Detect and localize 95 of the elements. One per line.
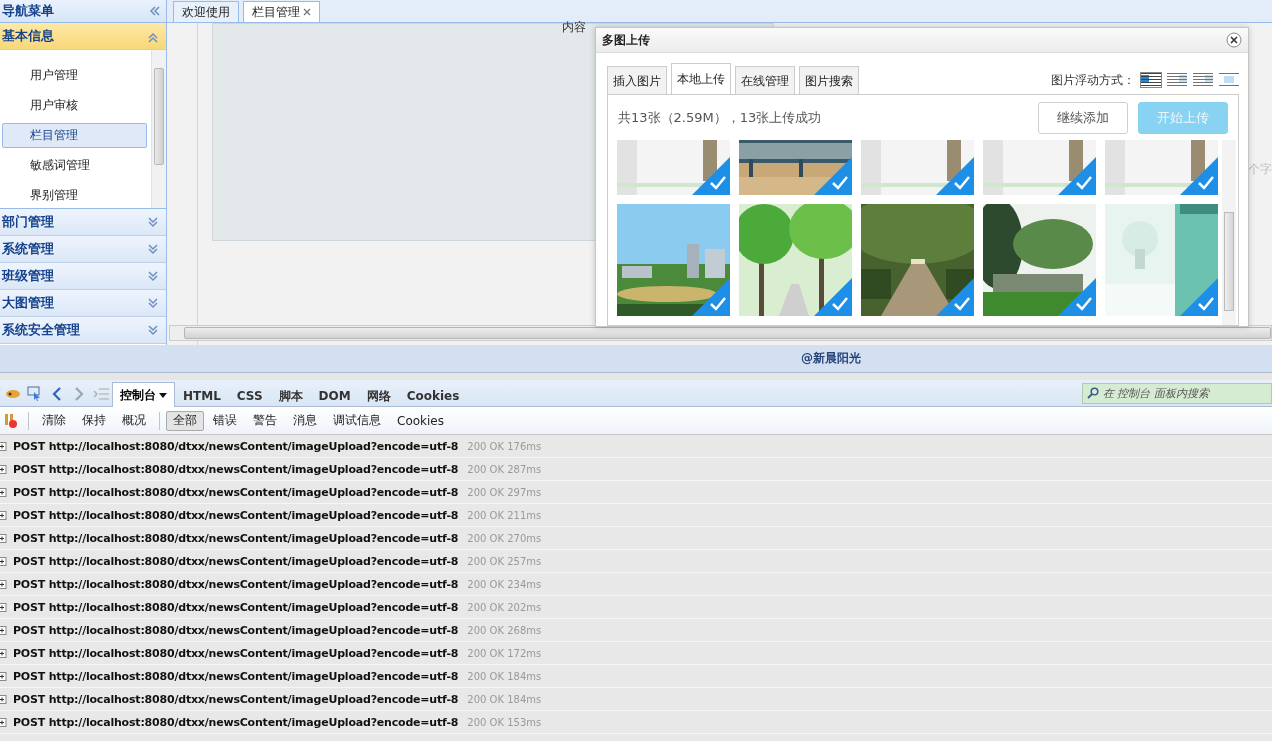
request-url: POST http://localhost:8080/dtxx/newsContent/imageUpload?encode=utf-8 (13, 692, 459, 706)
request-status: 200 OK 234ms (467, 578, 542, 590)
expand-icon[interactable] (0, 671, 7, 681)
chevrons-down-icon[interactable] (146, 242, 160, 256)
filter-button[interactable]: 错误 (206, 410, 244, 431)
request-status: 200 OK 287ms (467, 463, 542, 475)
filter-button[interactable]: 消息 (286, 410, 324, 431)
expand-icon[interactable] (0, 533, 7, 543)
menu-section-header[interactable]: 班级管理 (0, 263, 166, 290)
tab[interactable]: 脚本 (270, 384, 311, 407)
toolbar-button[interactable]: 保持 (75, 410, 113, 431)
image-float-icon[interactable] (1141, 73, 1161, 87)
caret-icon[interactable] (159, 392, 167, 398)
image-float-icon[interactable] (1219, 73, 1239, 87)
expand-icon[interactable] (0, 556, 7, 566)
chevrons-down-icon[interactable] (146, 296, 160, 310)
menu-section-header[interactable]: 大图管理 (0, 290, 166, 317)
filter-button[interactable]: 调试信息 (326, 410, 388, 431)
tab[interactable]: 栏目管理 (243, 1, 320, 22)
expand-icon[interactable] (0, 441, 7, 451)
menu-section-header[interactable]: 系统安全管理 (0, 317, 166, 344)
search-field[interactable]: 在 控制台 面板内搜索 (1082, 382, 1272, 404)
request-status: 200 OK 202ms (467, 601, 542, 613)
menu-item[interactable]: 界别管理 (2, 182, 147, 208)
tab[interactable]: 本地上传 (671, 63, 731, 95)
request-url: POST http://localhost:8080/dtxx/newsContent/imageUpload?encode=utf-8 (13, 508, 459, 522)
expand-icon[interactable] (0, 648, 7, 658)
field-label: 内容 (562, 19, 586, 36)
close-icon[interactable] (1226, 32, 1242, 48)
chevrons-down-icon[interactable] (146, 323, 160, 337)
menu-section-header[interactable]: 基本信息 (0, 23, 166, 50)
tab[interactable]: HTML (175, 384, 229, 407)
expand-icon[interactable] (0, 487, 7, 497)
expand-icon[interactable] (0, 694, 7, 704)
expand-icon[interactable] (0, 625, 7, 635)
request-url: POST http://localhost:8080/dtxx/newsContent/imageUpload?encode=utf-8 (13, 600, 459, 614)
request-status: 200 OK 176ms (467, 440, 542, 452)
request-url: POST http://localhost:8080/dtxx/newsContent/imageUpload?encode=utf-8 (13, 669, 459, 683)
request-url: POST http://localhost:8080/dtxx/newsContent/imageUpload?encode=utf-8 (13, 485, 459, 499)
request-status: 200 OK 297ms (467, 486, 542, 498)
filter-button[interactable]: 警告 (246, 410, 284, 431)
request-url: POST http://localhost:8080/dtxx/newsContent/imageUpload?encode=utf-8 (13, 623, 459, 637)
request-status: 200 OK 184ms (467, 670, 542, 682)
scrollbar[interactable] (151, 50, 166, 208)
menu-section-header[interactable]: 系统管理 (0, 236, 166, 263)
footer-text: @新晨阳光 (801, 350, 861, 367)
tab[interactable]: 控制台 (112, 382, 175, 407)
request-status: 200 OK 268ms (467, 624, 542, 636)
expand-icon[interactable] (0, 464, 7, 474)
tab[interactable]: 欢迎使用 (173, 1, 239, 22)
image-float-icon[interactable] (1193, 73, 1213, 87)
tab[interactable]: DOM (310, 384, 359, 407)
menu-section-header[interactable]: 部门管理 (0, 209, 166, 236)
toolbar-button[interactable]: 概况 (115, 410, 153, 431)
tab[interactable]: 图片搜索 (799, 66, 859, 95)
tab[interactable]: CSS (228, 384, 271, 407)
request-status: 200 OK 153ms (467, 716, 542, 728)
request-url: POST http://localhost:8080/dtxx/newsContent/imageUpload?encode=utf-8 (13, 646, 459, 660)
request-status: 200 OK 211ms (467, 509, 542, 521)
request-status: 200 OK 184ms (467, 693, 542, 705)
menu-item[interactable]: 栏目管理 (2, 122, 147, 149)
request-url: POST http://localhost:8080/dtxx/newsContent/imageUpload?encode=utf-8 (13, 577, 459, 591)
search-icon (1087, 386, 1099, 399)
expand-icon[interactable] (0, 602, 7, 612)
tab[interactable]: 网络 (358, 384, 399, 407)
expand-icon[interactable] (0, 579, 7, 589)
chevrons-down-icon[interactable] (146, 269, 160, 283)
float-label: 图片浮动方式： (1051, 71, 1135, 89)
image-float-icon[interactable] (1167, 73, 1187, 87)
menu-item[interactable]: 用户审核 (2, 92, 147, 119)
expand-icon[interactable] (0, 510, 7, 520)
request-status: 200 OK 172ms (467, 647, 542, 659)
request-url: POST http://localhost:8080/dtxx/newsContent/imageUpload?encode=utf-8 (13, 715, 459, 729)
request-status: 200 OK 270ms (467, 532, 542, 544)
chevrons-down-icon[interactable] (146, 215, 160, 229)
menu-item[interactable]: 敏感词管理 (2, 152, 147, 179)
request-url: POST http://localhost:8080/dtxx/newsContent/imageUpload?encode=utf-8 (13, 554, 459, 568)
tab[interactable]: 插入图片 (607, 66, 667, 95)
filter-button[interactable]: Cookies (390, 410, 451, 431)
tab[interactable]: 在线管理 (735, 66, 795, 95)
sidebar-title: 导航菜单 (2, 2, 54, 20)
filter-button[interactable]: 全部 (166, 410, 204, 431)
request-url: POST http://localhost:8080/dtxx/newsContent/imageUpload?encode=utf-8 (13, 462, 459, 476)
request-status: 200 OK 257ms (467, 555, 542, 567)
scrollbar[interactable] (1222, 140, 1236, 325)
toolbar-button[interactable]: 清除 (35, 410, 73, 431)
tab[interactable]: Cookies (398, 384, 468, 407)
expand-icon[interactable] (0, 717, 7, 727)
upload-summary: 共13张（2.59M），13张上传成功 (618, 108, 823, 127)
add-button[interactable]: 继续添加 (1038, 101, 1128, 134)
dialog-title: 多图上传 (602, 31, 650, 49)
request-url: POST http://localhost:8080/dtxx/newsContent/imageUpload?encode=utf-8 (13, 531, 459, 545)
menu-item[interactable]: 用户管理 (2, 63, 147, 89)
request-url: POST http://localhost:8080/dtxx/newsContent/imageUpload?encode=utf-8 (13, 439, 459, 453)
scrollbar[interactable] (169, 325, 1272, 341)
